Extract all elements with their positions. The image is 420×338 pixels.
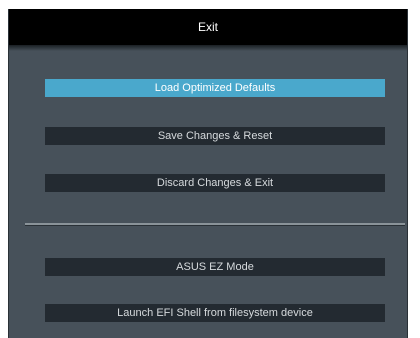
save-changes-reset-button[interactable]: Save Changes & Reset (45, 127, 385, 145)
dialog-title: Exit (9, 9, 407, 45)
title-shadow (9, 45, 407, 51)
discard-changes-exit-button[interactable]: Discard Changes & Exit (45, 174, 385, 192)
launch-efi-shell-button[interactable]: Launch EFI Shell from filesystem device (45, 304, 385, 322)
load-optimized-defaults-button[interactable]: Load Optimized Defaults (45, 79, 385, 97)
exit-dialog: Exit Load Optimized Defaults Save Change… (8, 9, 408, 338)
menu-separator (25, 223, 405, 226)
asus-ez-mode-button[interactable]: ASUS EZ Mode (45, 258, 385, 276)
